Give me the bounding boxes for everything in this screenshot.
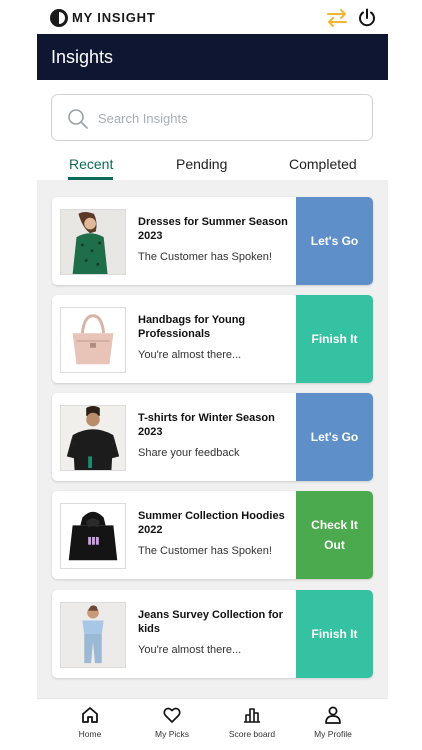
nav-label: My Profile bbox=[314, 729, 352, 739]
page-title: Insights bbox=[51, 47, 114, 67]
insight-title: Summer Collection Hoodies 2022 bbox=[138, 510, 285, 536]
insight-subtitle: You're almost there... bbox=[138, 644, 242, 656]
finish-it-button[interactable]: Finish It bbox=[296, 590, 373, 678]
insight-card[interactable]: Dresses for Summer Season 2023 The Custo… bbox=[52, 197, 373, 285]
nav-label: Home bbox=[78, 729, 102, 739]
insight-subtitle: The Customer has Spoken! bbox=[138, 251, 272, 263]
green-dress-photo bbox=[60, 209, 126, 275]
nav-score-board[interactable]: Score board bbox=[212, 705, 292, 745]
finish-it-button[interactable]: Finish It bbox=[296, 295, 373, 383]
swap-icon[interactable] bbox=[326, 8, 348, 28]
insight-card[interactable]: Summer Collection Hoodies 2022 The Custo… bbox=[52, 491, 373, 579]
insight-title: Dresses for Summer Season 2023 bbox=[138, 216, 288, 242]
nav-my-picks[interactable]: My Picks bbox=[132, 705, 212, 745]
nav-label: My Picks bbox=[155, 729, 189, 739]
brand-logo bbox=[50, 9, 68, 27]
tab-bar: Recent Pending Completed bbox=[37, 150, 388, 180]
tab-pending[interactable]: Pending bbox=[176, 156, 227, 172]
pink-handbag-photo bbox=[60, 307, 126, 373]
tab-completed[interactable]: Completed bbox=[289, 156, 357, 172]
brand-name: MY INSIGHT bbox=[72, 10, 156, 25]
search-input[interactable] bbox=[98, 105, 358, 131]
person-icon bbox=[325, 706, 341, 724]
power-icon[interactable] bbox=[357, 8, 377, 28]
lets-go-button[interactable]: Let's Go bbox=[296, 393, 373, 481]
lets-go-button[interactable]: Let's Go bbox=[296, 197, 373, 285]
tab-recent[interactable]: Recent bbox=[69, 156, 113, 172]
app-header: Insights bbox=[37, 34, 388, 80]
search-icon bbox=[68, 109, 88, 129]
insight-title: T-shirts for Winter Season 2023 bbox=[138, 412, 275, 438]
check-it-out-button[interactable]: Check It Out bbox=[296, 491, 373, 579]
bottom-nav: Home My Picks Score board My Profile bbox=[37, 698, 388, 750]
insight-card[interactable]: Jeans Survey Collection for kids You're … bbox=[52, 590, 373, 678]
home-icon bbox=[82, 707, 98, 723]
insight-subtitle: Share your feedback bbox=[138, 447, 240, 459]
insight-subtitle: You're almost there... bbox=[138, 349, 242, 361]
insight-card[interactable]: Handbags for Young Professionals You're … bbox=[52, 295, 373, 383]
nav-my-profile[interactable]: My Profile bbox=[293, 705, 373, 745]
insight-title: Jeans Survey Collection for kids bbox=[138, 609, 283, 635]
insight-subtitle: The Customer has Spoken! bbox=[138, 545, 272, 557]
bar-chart-icon bbox=[244, 708, 260, 723]
black-hoodie-photo bbox=[60, 503, 126, 569]
insight-card[interactable]: T-shirts for Winter Season 2023 Share yo… bbox=[52, 393, 373, 481]
kids-jeans-photo bbox=[60, 602, 126, 668]
brand-bar: MY INSIGHT bbox=[0, 0, 422, 34]
nav-home[interactable]: Home bbox=[50, 705, 130, 745]
insights-list: Dresses for Summer Season 2023 The Custo… bbox=[37, 180, 388, 698]
heart-icon bbox=[163, 707, 181, 723]
nav-label: Score board bbox=[228, 729, 276, 739]
black-tshirt-photo bbox=[60, 405, 126, 471]
search-box[interactable] bbox=[51, 94, 373, 141]
insight-title: Handbags for Young Professionals bbox=[138, 314, 246, 340]
